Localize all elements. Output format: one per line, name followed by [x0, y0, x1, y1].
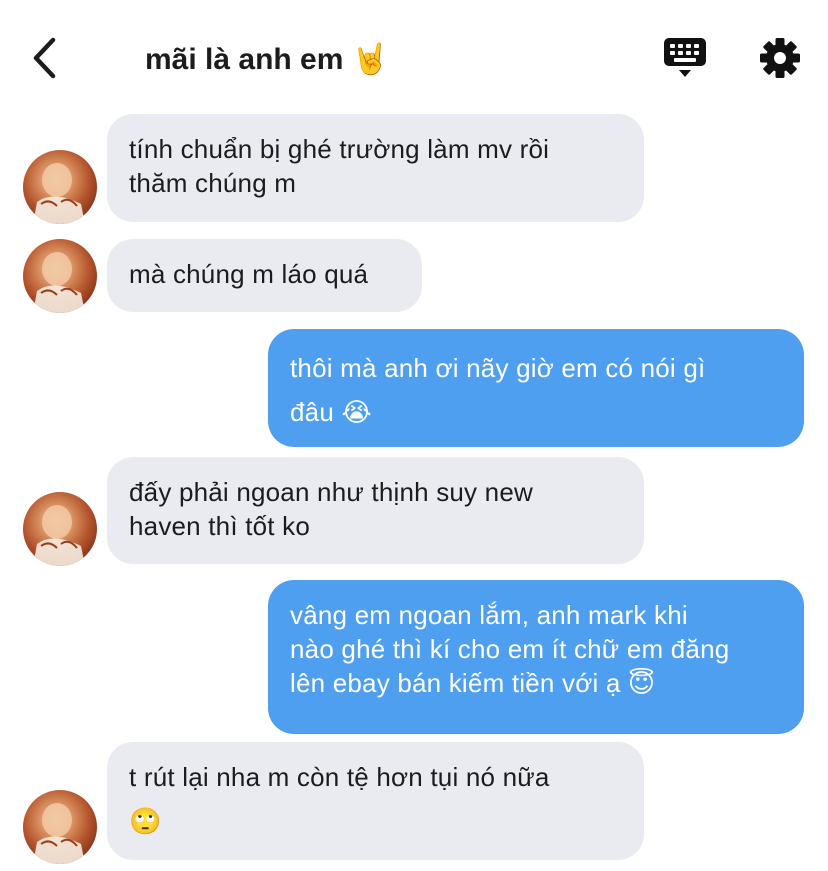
- chevron-left-icon: [33, 37, 56, 79]
- gear-icon: [760, 38, 800, 78]
- message-bubble-incoming[interactable]: tính chuẩn bị ghé trường làm mv rồi thăm…: [107, 114, 644, 222]
- message-text: 🙄: [129, 806, 162, 836]
- message-row: đấy phải ngoan như thịnh suy new haven t…: [0, 457, 828, 566]
- avatar[interactable]: [23, 239, 97, 313]
- message-row: mà chúng m láo quá: [0, 239, 828, 313]
- avatar[interactable]: [23, 492, 97, 566]
- message-row: vâng em ngoan lắm, anh mark khi nào ghé …: [0, 580, 828, 734]
- message-text: đấy phải ngoan như thịnh suy new: [129, 477, 533, 507]
- conversation-title[interactable]: mãi là anh em 🤘: [145, 38, 389, 82]
- message-bubble-incoming[interactable]: đấy phải ngoan như thịnh suy new haven t…: [107, 457, 644, 564]
- back-button[interactable]: [26, 34, 66, 82]
- message-text: t rút lại nha m còn tệ hơn tụi nó nữa: [129, 762, 550, 792]
- message-text: vâng em ngoan lắm, anh mark khi: [290, 600, 688, 630]
- message-text: thăm chúng m: [129, 168, 297, 198]
- avatar[interactable]: [23, 150, 97, 224]
- message-text: thôi mà anh ơi nãy giờ em có nói gì: [290, 353, 706, 383]
- avatar[interactable]: [23, 790, 97, 864]
- settings-button[interactable]: [756, 34, 804, 82]
- message-row: t rút lại nha m còn tệ hơn tụi nó nữa 🙄: [0, 742, 828, 864]
- keyboard-icon: [664, 38, 706, 77]
- message-bubble-incoming[interactable]: mà chúng m láo quá: [107, 239, 422, 312]
- message-text: haven thì tốt ko: [129, 511, 310, 541]
- message-row: tính chuẩn bị ghé trường làm mv rồi thăm…: [0, 114, 828, 224]
- chat-header: mãi là anh em 🤘: [0, 0, 828, 100]
- message-text: nào ghé thì kí cho em ít chữ em đăng: [290, 634, 730, 664]
- message-text: tính chuẩn bị ghé trường làm mv rồi: [129, 134, 550, 164]
- message-bubble-outgoing[interactable]: thôi mà anh ơi nãy giờ em có nói gì đâu …: [268, 329, 804, 447]
- message-row: thôi mà anh ơi nãy giờ em có nói gì đâu …: [0, 329, 828, 447]
- message-bubble-incoming[interactable]: t rút lại nha m còn tệ hơn tụi nó nữa 🙄: [107, 742, 644, 860]
- keyboard-button[interactable]: [660, 36, 710, 80]
- message-text: lên ebay bán kiếm tiền với ạ 😇: [290, 668, 656, 698]
- message-text: đâu 😭: [290, 397, 372, 427]
- message-bubble-outgoing[interactable]: vâng em ngoan lắm, anh mark khi nào ghé …: [268, 580, 804, 734]
- message-text: mà chúng m láo quá: [129, 259, 369, 289]
